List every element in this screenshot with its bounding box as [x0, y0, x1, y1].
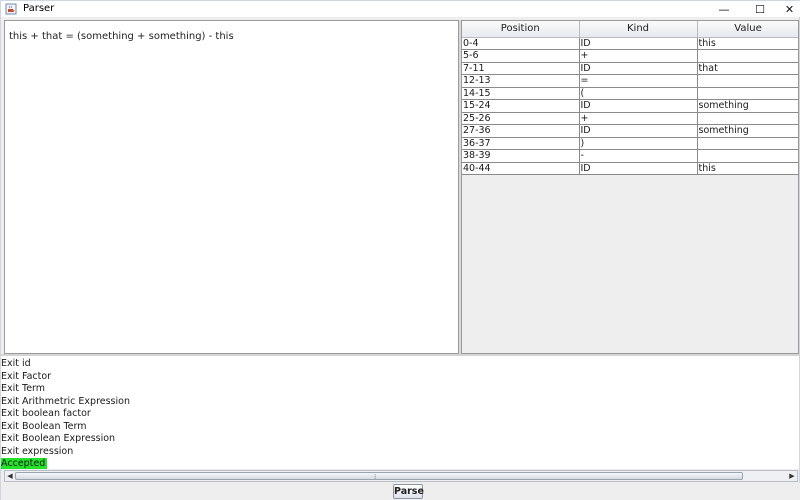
cell-value[interactable] [697, 112, 798, 125]
log-line: Exit boolean factor [1, 408, 91, 419]
cell-position[interactable]: 7-11 [462, 62, 580, 75]
cell-kind[interactable]: ID [579, 162, 698, 175]
cell-kind[interactable]: - [579, 149, 698, 163]
arrow-left-icon: ◀ [7, 472, 13, 480]
cell-value[interactable]: something [697, 99, 798, 113]
cell-position[interactable]: 38-39 [462, 149, 580, 163]
log-line: Exit Boolean Term [1, 420, 87, 432]
scrollbar-thumb[interactable]: ⁞ [15, 472, 743, 481]
cell-kind[interactable]: ( [579, 87, 698, 100]
java-cup-icon [5, 3, 17, 15]
log-line: Exit Arithmetric Expression [1, 395, 130, 407]
bottom-toolbar: Parse [1, 483, 800, 500]
cell-kind[interactable]: = [579, 74, 698, 88]
table-row[interactable]: 40-44 ID this [462, 162, 798, 175]
cell-value[interactable]: this [697, 37, 798, 50]
maximize-icon: ☐ [755, 2, 765, 16]
accepted-status: Accepted [1, 458, 48, 469]
table-row[interactable]: 25-26 + [462, 112, 798, 125]
scroll-right-button[interactable]: ▶ [787, 471, 797, 481]
title-bar[interactable]: Parser — ☐ ✕ [1, 1, 800, 17]
cell-position[interactable]: 14-15 [462, 87, 580, 100]
log-line: Exit expression [1, 445, 74, 457]
cell-kind[interactable]: + [579, 112, 698, 125]
cell-value[interactable] [697, 137, 798, 150]
window-title: Parser [23, 3, 55, 14]
cell-value[interactable] [697, 49, 798, 63]
minimize-button[interactable]: — [706, 1, 742, 17]
column-header-kind[interactable]: Kind [579, 21, 698, 38]
grip-icon: ⁞ [374, 473, 377, 481]
cell-value[interactable] [697, 74, 798, 88]
table-row[interactable]: 27-36 ID something [462, 124, 798, 138]
token-table-pane: Position Kind Value 0-4 ID this 5-6 + 7-… [461, 20, 799, 354]
cell-position[interactable]: 25-26 [462, 112, 580, 125]
log-line: Exit Factor [1, 370, 52, 382]
cell-kind[interactable]: ID [579, 37, 698, 50]
cell-value[interactable]: this [697, 162, 798, 175]
cell-position[interactable]: 0-4 [462, 37, 580, 50]
cell-value[interactable]: that [697, 62, 798, 75]
table-row[interactable]: 15-24 ID something [462, 99, 798, 113]
arrow-right-icon: ▶ [789, 472, 795, 480]
table-row[interactable]: 38-39 - [462, 149, 798, 163]
table-row[interactable]: 7-11 ID that [462, 62, 798, 75]
cell-position[interactable]: 12-13 [462, 74, 580, 88]
table-row[interactable]: 12-13 = [462, 74, 798, 88]
cell-position[interactable]: 36-37 [462, 137, 580, 150]
parse-button[interactable]: Parse [393, 484, 424, 499]
source-editor[interactable]: this + that = (something + something) - … [4, 20, 459, 354]
horizontal-scrollbar[interactable]: ◀ ⁞ ▶ [4, 470, 798, 482]
maximize-button[interactable]: ☐ [742, 1, 778, 17]
cell-value[interactable] [697, 149, 798, 163]
cell-kind[interactable]: ) [579, 137, 698, 150]
cell-position[interactable]: 27-36 [462, 124, 580, 138]
cell-position[interactable]: 15-24 [462, 99, 580, 113]
table-row[interactable]: 5-6 + [462, 49, 798, 63]
scroll-left-button[interactable]: ◀ [5, 471, 15, 481]
close-icon: ✕ [784, 2, 795, 16]
parse-log[interactable]: Exit id Exit Factor Exit Term Exit Arith… [1, 356, 799, 469]
table-row[interactable]: 36-37 ) [462, 137, 798, 150]
log-line: Exit Term [1, 383, 46, 394]
token-table: Position Kind Value 0-4 ID this 5-6 + 7-… [462, 21, 798, 175]
table-row[interactable]: 14-15 ( [462, 87, 798, 100]
cell-kind[interactable]: ID [579, 62, 698, 75]
close-button[interactable]: ✕ [778, 1, 800, 17]
column-header-value[interactable]: Value [697, 21, 798, 38]
cell-position[interactable]: 40-44 [462, 162, 580, 175]
cell-value[interactable] [697, 87, 798, 100]
column-header-position[interactable]: Position [462, 21, 580, 38]
table-header-row: Position Kind Value [462, 21, 798, 38]
app-window: Parser — ☐ ✕ this + that = (something + … [0, 0, 800, 500]
cell-kind[interactable]: ID [579, 99, 698, 113]
minimize-icon: — [718, 2, 730, 16]
cell-kind[interactable]: + [579, 49, 698, 63]
table-row[interactable]: 0-4 ID this [462, 37, 798, 50]
log-line: Exit id [1, 358, 31, 369]
cell-value[interactable]: something [697, 124, 798, 138]
source-text[interactable]: this + that = (something + something) - … [9, 31, 234, 42]
cell-position[interactable]: 5-6 [462, 49, 580, 63]
cell-kind[interactable]: ID [579, 124, 698, 138]
log-line: Exit Boolean Expression [1, 433, 116, 444]
